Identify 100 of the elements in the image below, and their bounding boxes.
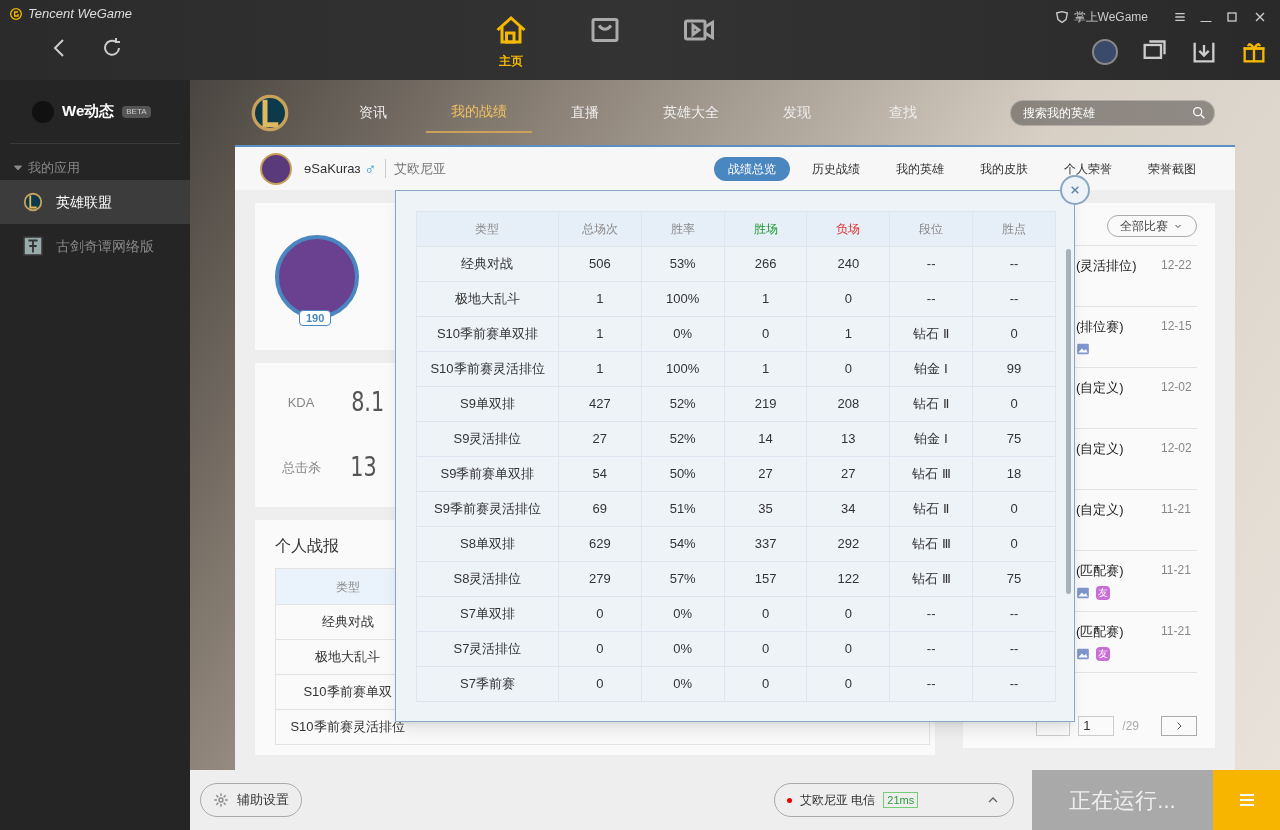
profile-tab[interactable]: 历史战绩 bbox=[798, 156, 874, 181]
stat-value: 8.1 bbox=[351, 386, 385, 419]
table-cell: 0 bbox=[558, 666, 642, 702]
match-mode: (自定义) bbox=[1076, 379, 1125, 397]
match-date: 12-22 bbox=[1161, 257, 1192, 274]
table-cell: 0 bbox=[558, 631, 642, 667]
section-header[interactable]: 我的应用 bbox=[0, 156, 190, 180]
table-cell: 629 bbox=[558, 526, 642, 562]
match-date: 12-02 bbox=[1161, 379, 1192, 396]
table-cell: 1 bbox=[724, 281, 807, 317]
next-page-button[interactable] bbox=[1161, 716, 1197, 736]
table-cell: 27 bbox=[724, 456, 807, 492]
sword-glyph-icon bbox=[22, 235, 44, 257]
table-cell: 0 bbox=[558, 596, 642, 632]
table-cell: 1 bbox=[724, 351, 807, 387]
table-cell: 0% bbox=[641, 596, 725, 632]
feed-link[interactable]: We动态 bbox=[62, 100, 115, 123]
match-date: 12-02 bbox=[1161, 440, 1192, 457]
column-header: 胜率 bbox=[641, 211, 725, 247]
profile-tab[interactable]: 荣誉截图 bbox=[1134, 156, 1210, 181]
gender-symbol: ♂ bbox=[364, 158, 377, 179]
table-cell: 钻石 Ⅱ bbox=[889, 491, 973, 527]
table-cell: -- bbox=[972, 666, 1056, 702]
report-title: 个人战报 bbox=[275, 536, 339, 556]
hero-search-field[interactable]: 搜索我的英雄 bbox=[1010, 99, 1215, 126]
image-icon bbox=[1076, 341, 1090, 356]
maximize-icon bbox=[1224, 9, 1240, 25]
profile-tab[interactable]: 我的英雄 bbox=[882, 156, 958, 181]
app-brand: Tencent WeGame bbox=[28, 5, 133, 23]
table-cell: 100% bbox=[641, 281, 725, 317]
column-header: 总场次 bbox=[558, 211, 642, 247]
table-cell: 52% bbox=[641, 421, 725, 457]
column-header: 胜点 bbox=[972, 211, 1056, 247]
user-avatar[interactable] bbox=[1092, 39, 1118, 65]
table-cell: 钻石 Ⅲ bbox=[889, 561, 973, 597]
table-cell: 1 bbox=[558, 316, 642, 352]
sidebar-item[interactable]: 英雄联盟 bbox=[0, 180, 190, 224]
player-name: ɘSaKuraɜ bbox=[304, 159, 361, 178]
gear-icon bbox=[213, 792, 229, 808]
table-cell: -- bbox=[889, 631, 973, 667]
table-cell: 0 bbox=[972, 491, 1056, 527]
table-cell: 0 bbox=[724, 316, 807, 352]
table-cell: 122 bbox=[806, 561, 890, 597]
match-date: 11-21 bbox=[1161, 501, 1191, 518]
table-cell: 240 bbox=[806, 246, 890, 282]
table-cell: S8单双排 bbox=[416, 526, 559, 562]
table-cell: 75 bbox=[972, 561, 1056, 597]
table-cell: 279 bbox=[558, 561, 642, 597]
stat-label: 总击杀 bbox=[280, 458, 322, 477]
sidebar-item[interactable]: 古剑奇谭网络版 bbox=[0, 224, 190, 268]
table-cell: 157 bbox=[724, 561, 807, 597]
table-cell: 53% bbox=[641, 246, 725, 282]
table-cell: 506 bbox=[558, 246, 642, 282]
table-cell-text: 经典对战 bbox=[320, 613, 375, 632]
column-header: 类型 bbox=[416, 211, 559, 247]
table-cell: 0 bbox=[806, 281, 890, 317]
table-cell: S9季前赛单双排 bbox=[416, 456, 559, 492]
table-cell: -- bbox=[889, 246, 973, 282]
table-cell: 铂金 Ⅰ bbox=[889, 351, 973, 387]
table-cell: 75 bbox=[972, 421, 1056, 457]
mobile-app-link[interactable]: 掌上WeGame bbox=[1073, 8, 1148, 26]
table-cell: 18 bbox=[972, 456, 1056, 492]
table-cell: 0 bbox=[972, 316, 1056, 352]
table-cell: 208 bbox=[806, 386, 890, 422]
profile-tab[interactable]: 我的皮肤 bbox=[966, 156, 1042, 181]
table-cell: -- bbox=[972, 631, 1056, 667]
table-cell: -- bbox=[972, 596, 1056, 632]
match-mode: (匹配赛) bbox=[1076, 562, 1125, 580]
table-cell: 钻石 Ⅱ bbox=[889, 386, 973, 422]
table-cell: 219 bbox=[724, 386, 807, 422]
table-cell: 337 bbox=[724, 526, 807, 562]
page-field[interactable]: 1 bbox=[1078, 716, 1115, 736]
profile-tab[interactable]: 战绩总览 bbox=[714, 156, 790, 181]
game-nav-tab[interactable]: 资讯 bbox=[320, 92, 426, 133]
match-date: 12-15 bbox=[1161, 318, 1192, 335]
table-cell: 0 bbox=[972, 526, 1056, 562]
minimize-icon bbox=[1200, 20, 1212, 23]
server-name: 艾欧尼亚 bbox=[384, 158, 446, 179]
table-cell: -- bbox=[972, 281, 1056, 317]
nav-tab[interactable]: 主页 bbox=[491, 12, 531, 80]
stat-value: 13 bbox=[350, 451, 377, 484]
table-cell: 0 bbox=[724, 596, 807, 632]
match-date: 11-21 bbox=[1161, 623, 1191, 640]
table-cell: 0 bbox=[724, 631, 807, 667]
table-cell: -- bbox=[889, 281, 973, 317]
table-cell: 34 bbox=[806, 491, 890, 527]
ping-badge: 21ms bbox=[883, 792, 919, 808]
profile-tab[interactable]: 个人荣誉 bbox=[1050, 156, 1126, 181]
game-logo-icon bbox=[250, 92, 290, 133]
stat-label: KDA bbox=[286, 393, 316, 412]
table-cell: 1 bbox=[558, 351, 642, 387]
image-icon bbox=[1076, 585, 1090, 600]
friend-tag: 友 bbox=[1096, 646, 1110, 661]
beta-badge: BETA bbox=[122, 105, 151, 118]
table-cell: 0% bbox=[641, 316, 725, 352]
table-cell-text: 极地大乱斗 bbox=[314, 648, 381, 667]
table-cell: 51% bbox=[641, 491, 725, 527]
table-cell: S7季前赛 bbox=[416, 666, 559, 702]
table-cell: 100% bbox=[641, 351, 725, 387]
table-cell: 52% bbox=[641, 386, 725, 422]
